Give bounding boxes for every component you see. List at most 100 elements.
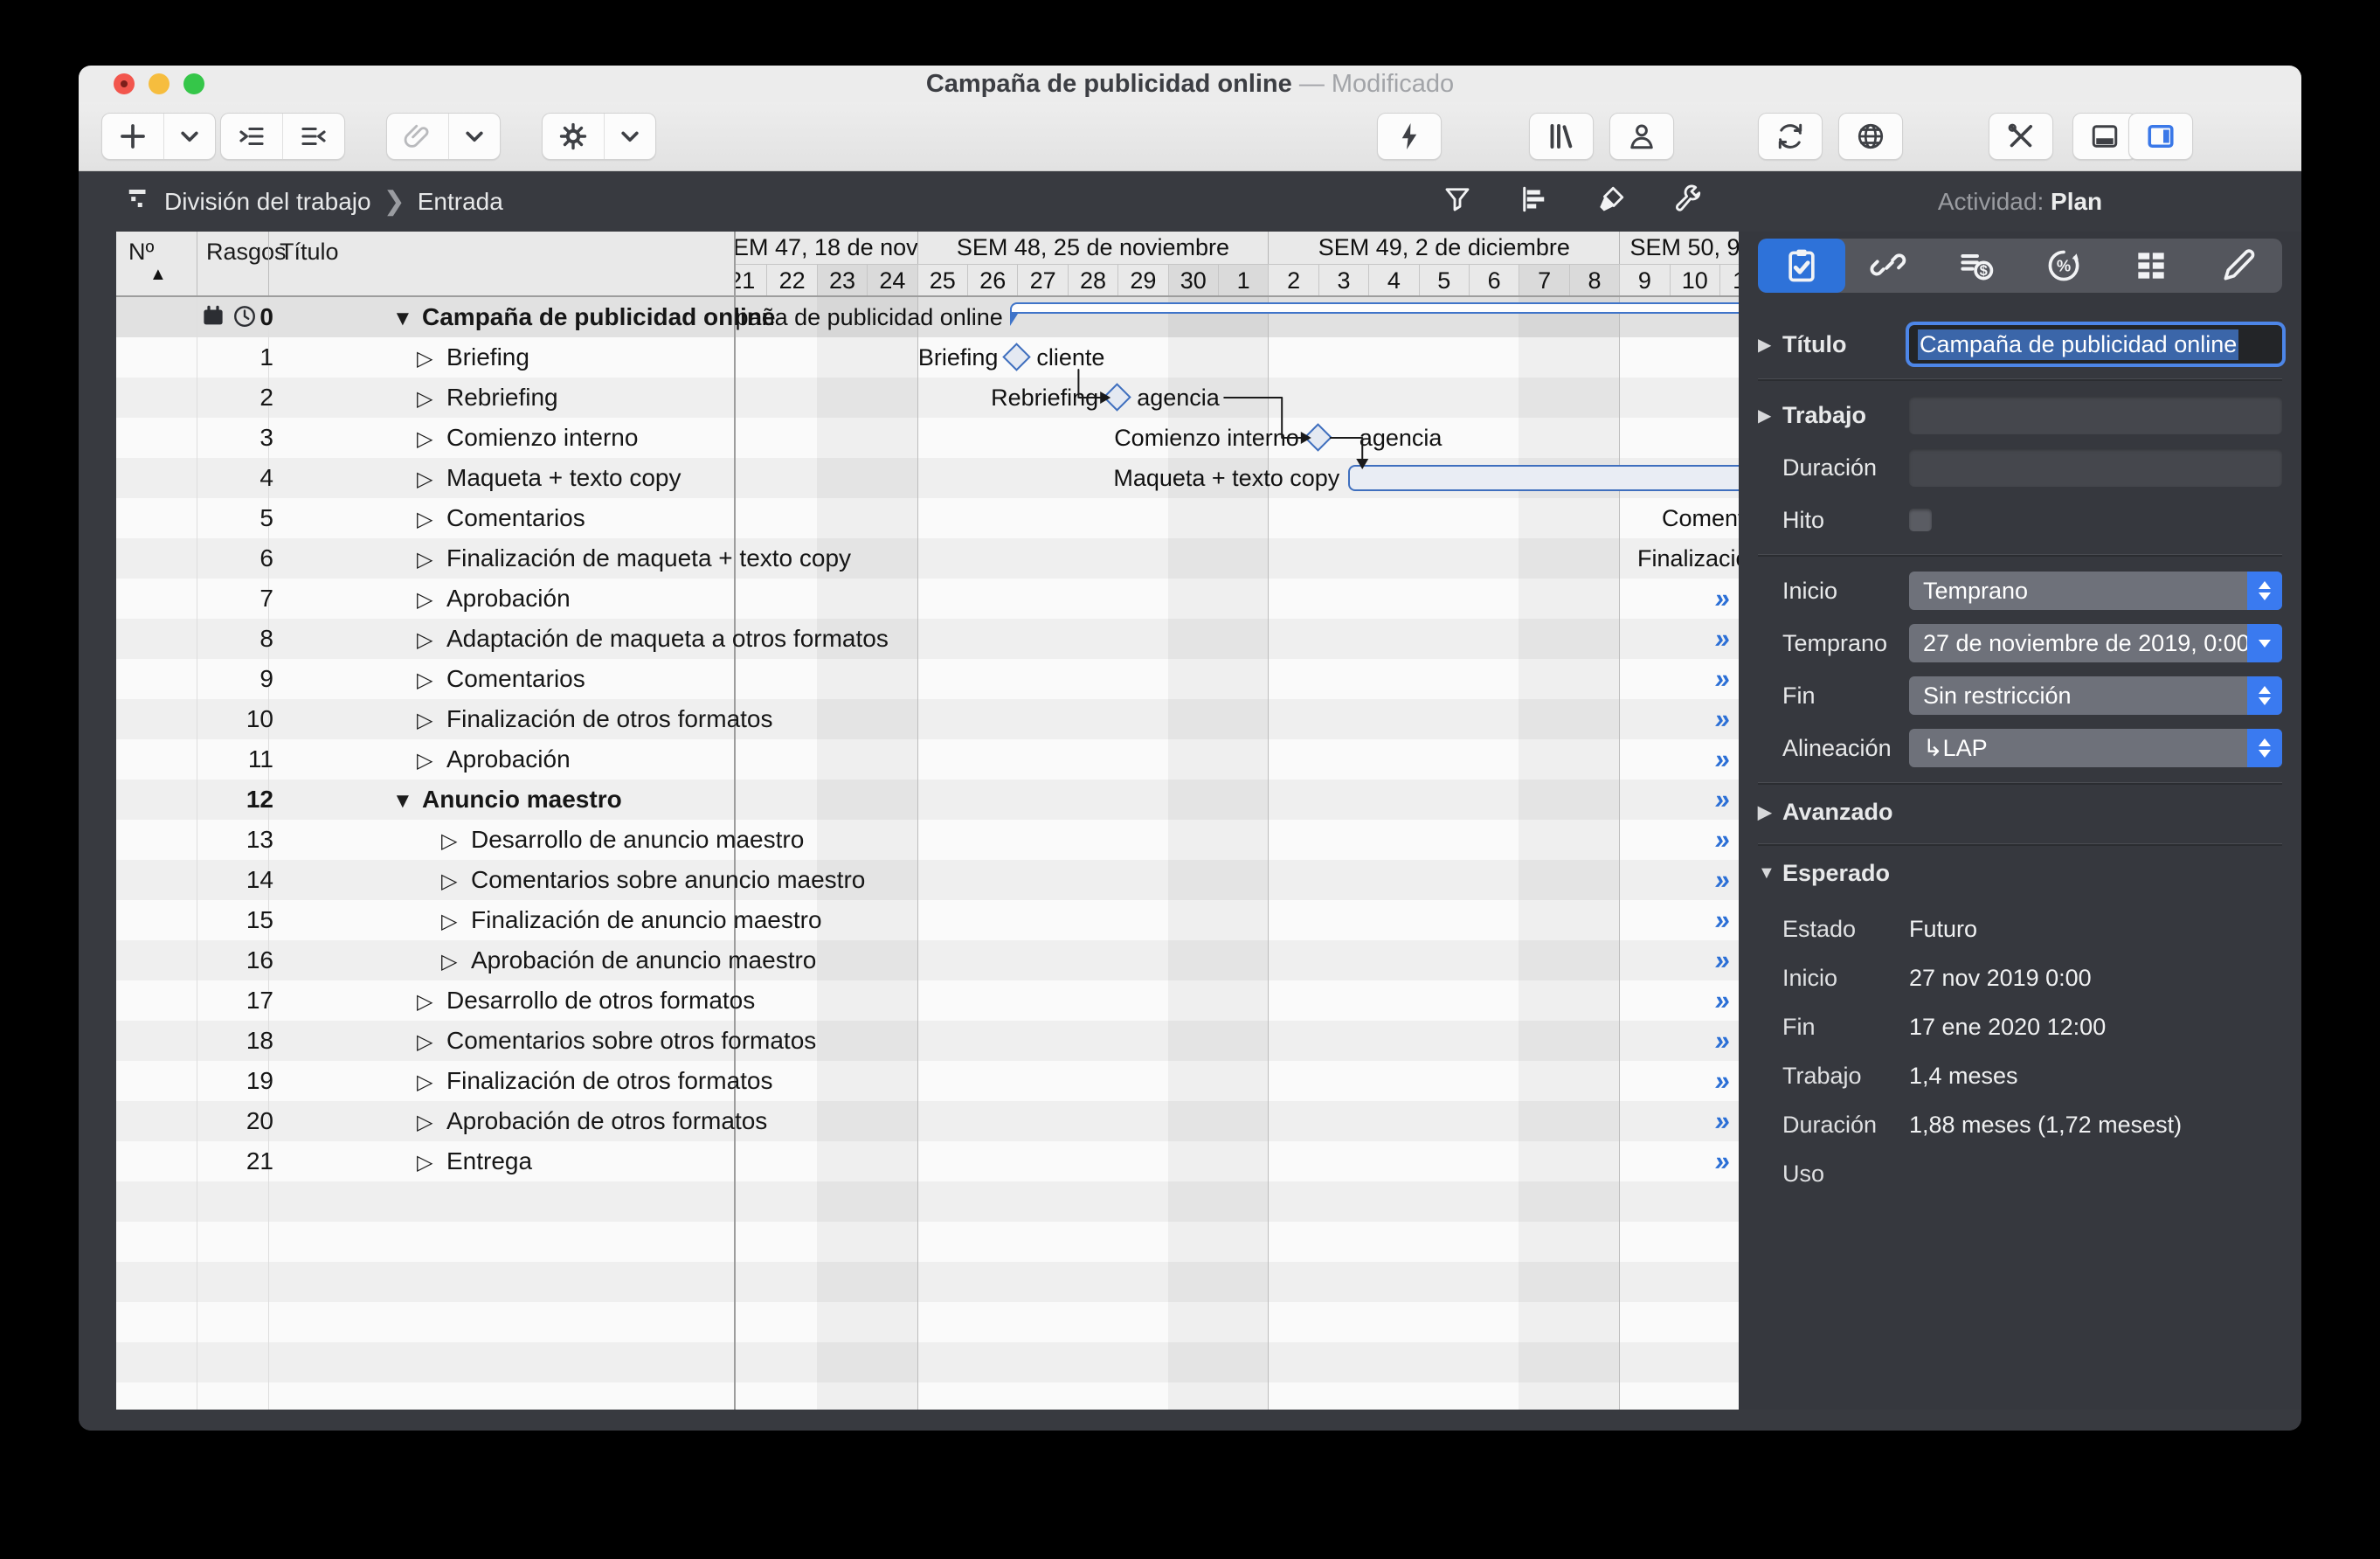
disclosure-open-icon[interactable]: ▼ [392,299,422,339]
sync-button[interactable] [1759,114,1822,159]
task-title[interactable]: ▷ Comentarios [417,659,585,701]
task-row[interactable]: 11 ▷ Aprobación » [116,739,1739,780]
offscreen-bar-indicator[interactable]: » [1712,1141,1730,1181]
disclosure-collapsed-icon[interactable]: ▷ [417,419,446,460]
zoom-button[interactable] [183,73,204,94]
trabajo-input[interactable] [1909,396,2282,434]
indent-button[interactable] [221,114,282,159]
temprano-date-field[interactable]: 27 de noviembre de 2019, 0:00 [1909,624,2282,662]
hito-checkbox[interactable] [1909,509,1932,531]
task-row[interactable]: 10 ▷ Finalización de otros formatos » [116,699,1739,739]
titulo-input[interactable]: Campaña de publicidad online [1909,325,2282,364]
inspector-tab-link[interactable] [1845,239,1933,293]
esperado-section[interactable]: ▼ Esperado [1758,860,2282,887]
task-row[interactable]: 16 ▷ Aprobación de anuncio maestro » [116,940,1739,980]
offscreen-bar-indicator[interactable]: » [1712,900,1730,940]
chevron-down-button[interactable] [604,114,655,159]
task-title[interactable]: ▷ Rebriefing [417,378,558,419]
task-row[interactable]: 0 ▼Campaña de publicidad online Campaña … [116,297,1739,337]
alineacion-popup[interactable]: ↳LAP [1909,729,2282,767]
task-title[interactable]: ▷ Finalización de otros formatos [417,1061,773,1103]
disclosure-collapsed-icon[interactable]: ▷ [417,500,446,540]
task-bar[interactable] [1348,465,1739,491]
breadcrumb-section[interactable]: Entrada [418,188,503,216]
task-row[interactable]: 13 ▷ Desarrollo de anuncio maestro » [116,820,1739,860]
offscreen-bar-indicator[interactable]: » [1712,619,1730,659]
task-row[interactable]: 5 ▷Comentarios Comentarios [116,498,1739,538]
funnel-button[interactable] [1442,184,1473,219]
disclosure-collapsed-icon[interactable]: ▷ [417,701,446,741]
inspector-tab-clipboard-check[interactable] [1758,239,1845,293]
task-title[interactable]: ▷ Entrega [417,1141,532,1183]
summary-bar[interactable] [1009,302,1739,326]
task-title[interactable]: ▷ Briefing [417,337,529,379]
task-row[interactable]: 14 ▷ Comentarios sobre anuncio maestro » [116,860,1739,900]
task-title[interactable]: ▼ Campaña de publicidad online [392,297,776,339]
disclosure-collapsed-icon[interactable]: ▷ [441,862,471,902]
disclosure-collapsed-icon[interactable]: ▷ [441,942,471,982]
task-row[interactable]: 12 ▼ Anuncio maestro » [116,780,1739,820]
disclosure-collapsed-icon[interactable]: ▷ [417,1103,446,1143]
disclosure-collapsed-icon[interactable]: ▷ [417,1063,446,1103]
bars-button[interactable] [1519,184,1550,219]
globe-button[interactable] [1839,114,1902,159]
column-header-num[interactable]: Nº ▲ [116,232,197,295]
offscreen-bar-indicator[interactable]: » [1712,579,1730,619]
disclosure-collapsed-icon[interactable]: ▷ [417,379,446,419]
task-title[interactable]: ▷ Aprobación [417,739,571,781]
panel-right-button[interactable] [2129,114,2192,159]
disclosure-icon[interactable]: ▶ [1758,405,1782,426]
disclosure-collapsed-icon[interactable]: ▷ [417,741,446,781]
disclosure-collapsed-icon[interactable]: ▷ [441,902,471,942]
inicio-popup[interactable]: Temprano [1909,572,2282,610]
task-title[interactable]: ▷ Comentarios [417,498,585,540]
outdent-button[interactable] [282,114,344,159]
gantt-timescale[interactable]: SEM 47, 18 de nov21222324SEM 48, 25 de n… [736,232,1739,295]
task-row[interactable]: 18 ▷ Comentarios sobre otros formatos » [116,1021,1739,1061]
breadcrumb-view[interactable]: División del trabajo [164,188,371,216]
task-row[interactable]: 9 ▷ Comentarios » [116,659,1739,699]
column-header-rasgos[interactable]: Rasgos [197,232,287,295]
disclosure-collapsed-icon[interactable]: ▷ [441,821,471,862]
wrench-button[interactable] [1672,184,1704,219]
fin-popup[interactable]: Sin restricción [1909,676,2282,715]
milestone-diamond[interactable] [1103,383,1131,412]
offscreen-bar-indicator[interactable]: » [1712,1021,1730,1061]
lightning-button[interactable] [1378,114,1441,159]
task-row[interactable]: 6 ▷ Finalización de maqueta + texto copy … [116,538,1739,579]
task-row[interactable]: 17 ▷ Desarrollo de otros formatos » [116,980,1739,1021]
disclosure-icon[interactable]: ▶ [1758,801,1782,823]
task-row[interactable]: 20 ▷ Aprobación de otros formatos » [116,1101,1739,1141]
brush-button[interactable] [1595,184,1627,219]
milestone-diamond[interactable] [1304,423,1332,452]
offscreen-bar-indicator[interactable]: » [1712,739,1730,780]
offscreen-bar-indicator[interactable]: » [1712,820,1730,860]
task-row[interactable]: 1 ▷ Briefing Briefing cliente [116,337,1739,378]
disclosure-collapsed-icon[interactable]: ▷ [417,460,446,500]
disclosure-collapsed-icon[interactable]: ▷ [417,661,446,701]
avanzado-section[interactable]: ▶ Avanzado [1758,799,2282,826]
inspector-tab-cost[interactable]: $ [1933,239,2020,293]
disclosure-collapsed-icon[interactable]: ▷ [417,540,446,580]
chevron-down-button[interactable] [163,114,215,159]
task-row[interactable]: 21 ▷ Entrega » [116,1141,1739,1181]
task-title[interactable]: ▷ Desarrollo de otros formatos [417,980,755,1022]
offscreen-bar-indicator[interactable]: » [1712,659,1730,699]
task-row[interactable]: 4 ▷ Maqueta + texto copy Maqueta + texto … [116,458,1739,498]
offscreen-bar-indicator[interactable]: » [1712,860,1730,900]
inspector-tab-pencil[interactable] [2195,239,2282,293]
offscreen-bar-indicator[interactable]: » [1712,699,1730,739]
disclosure-collapsed-icon[interactable]: ▷ [417,339,446,379]
offscreen-bar-indicator[interactable]: » [1712,980,1730,1021]
milestone-diamond[interactable] [1002,343,1032,371]
task-row[interactable]: 15 ▷ Finalización de anuncio maestro » [116,900,1739,940]
task-row[interactable]: 3 ▷ Comienzo interno Comienzo interno agen… [116,418,1739,458]
task-title[interactable]: ▷ Finalización de otros formatos [417,699,773,741]
task-title[interactable]: ▷ Maqueta + texto copy [417,458,681,500]
column-header-titulo[interactable]: Título [268,232,734,295]
disclosure-open-icon[interactable]: ▼ [392,781,422,821]
task-row[interactable]: 2 ▷ Rebriefing Rebriefing agencia [116,378,1739,418]
task-title[interactable]: ▷ Comienzo interno [417,418,638,460]
disclosure-collapsed-icon[interactable]: ▷ [417,1143,446,1183]
disclosure-icon[interactable]: ▼ [1758,863,1782,883]
